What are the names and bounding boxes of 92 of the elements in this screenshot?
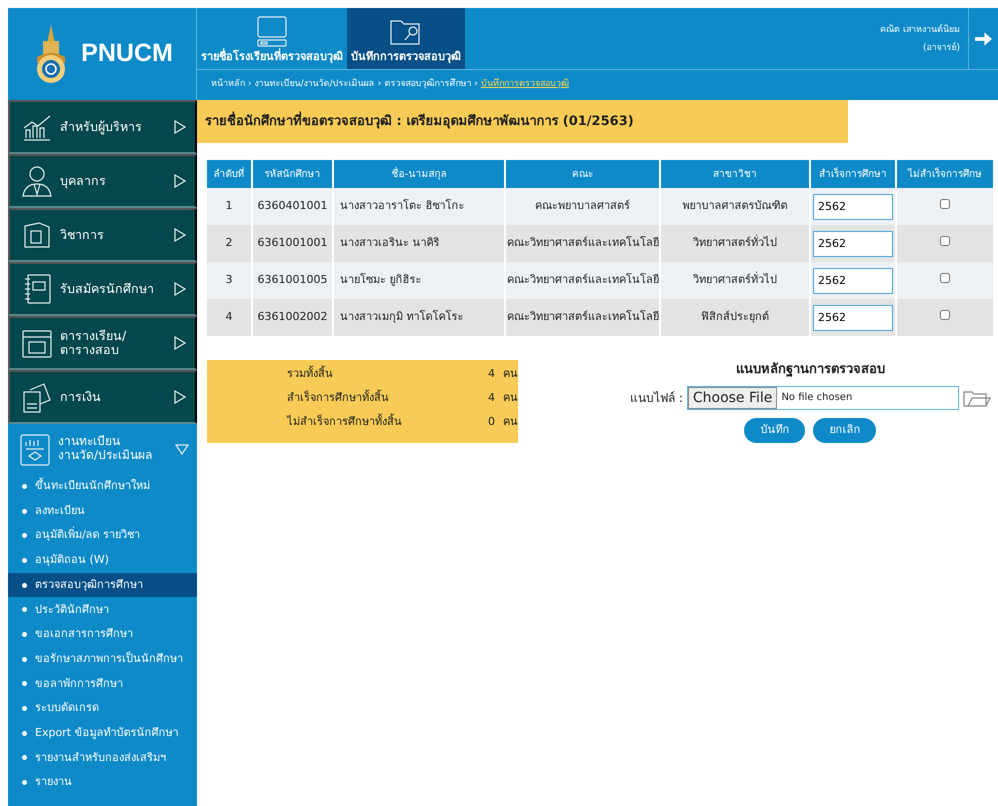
report-icon bbox=[18, 432, 52, 466]
table-cell: ฟิสิกส์ประยุกต์ bbox=[660, 299, 810, 336]
breadcrumb-separator: › bbox=[248, 78, 252, 91]
file-input[interactable]: Choose File No file chosen bbox=[686, 386, 959, 410]
table-cell: วิทยาศาสตร์ทั่วไป bbox=[660, 225, 810, 262]
year-input[interactable]: 2562 bbox=[813, 268, 893, 294]
submenu-item[interactable]: ประวัตินักศึกษา bbox=[8, 597, 197, 622]
action-button[interactable]: ยกเลิก bbox=[813, 418, 876, 442]
breadcrumb-link[interactable]: ตรวจสอบวุฒิการศึกษา bbox=[384, 78, 472, 92]
sidebar-menu-item[interactable]: สำหรับผู้บริหาร bbox=[8, 100, 197, 154]
sidebar-menu-item[interactable]: วิชาการ bbox=[8, 208, 197, 262]
sidebar-menu-item[interactable]: ตารางเรียน/ ตารางสอบ bbox=[8, 316, 197, 370]
checkbox[interactable] bbox=[940, 236, 950, 246]
table-cell: 6360401001 bbox=[252, 188, 333, 225]
breadcrumb-separator: › bbox=[378, 78, 382, 91]
submenu-item[interactable]: Export ข้อมูลทำบัตรนักศึกษา bbox=[8, 720, 197, 746]
expand-icon bbox=[173, 174, 187, 188]
page-title: รายชื่อนักศึกษาที่ขอตรวจสอบวุฒิ : เตรียมอุดมศึกษาพัฒนาการ (01/2563) bbox=[197, 100, 848, 143]
summary-unit: คน bbox=[503, 414, 518, 430]
summary-label: ไม่สำเร็จการศึกษาทั้งสิ้น bbox=[285, 414, 403, 430]
table-cell: นางสาวเมกุมิ ทาโดโคโระ bbox=[333, 299, 505, 336]
submenu-item[interactable]: ลงทะเบียน bbox=[8, 498, 197, 524]
sidebar-menu-item[interactable]: บุคลากร bbox=[8, 154, 197, 208]
column-header: ชื่อ-นามสกุล bbox=[333, 160, 505, 188]
submenu-item[interactable]: รายงาน bbox=[8, 770, 197, 795]
arrow-right-icon bbox=[975, 32, 992, 46]
nav-tab[interactable]: บันทึกการตรวจสอบวุฒิ bbox=[347, 8, 465, 69]
breadcrumb-link[interactable]: บันทึกการตรวจสอบวุฒิ bbox=[480, 78, 569, 92]
field-label: แนบไฟล์ : bbox=[630, 390, 683, 406]
expand-icon bbox=[173, 120, 187, 134]
breadcrumb-separator: › bbox=[474, 78, 478, 91]
section-title: แนบหลักฐานการตรวจสอบ bbox=[736, 361, 885, 379]
expand-icon bbox=[173, 228, 187, 242]
computer-icon bbox=[255, 14, 289, 48]
submenu-item[interactable]: ตรวจสอบวุฒิการศึกษา bbox=[8, 572, 197, 598]
user-role: (อาจารย์) bbox=[922, 41, 960, 54]
table-cell: คณะวิทยาศาสตร์และเทคโนโลยี bbox=[505, 299, 660, 336]
table-cell: 3 bbox=[207, 262, 252, 299]
summary-count: 4 bbox=[487, 366, 495, 382]
nav-tab[interactable]: รายชื่อโรงเรียนที่ตรวจสอบวุฒิ bbox=[197, 8, 347, 69]
table-cell: คณะวิทยาศาสตร์และเทคโนโลยี bbox=[505, 262, 660, 299]
submenu-item[interactable]: รายงานสำหรับกองส่งเสริมฯ bbox=[8, 746, 197, 770]
summary-count: 0 bbox=[487, 414, 495, 430]
year-input[interactable]: 2562 bbox=[813, 304, 893, 330]
table-cell: วิทยาศาสตร์ทั่วไป bbox=[660, 262, 810, 299]
table-cell: 6361001005 bbox=[252, 262, 333, 299]
breadcrumb-link[interactable]: งานทะเบียน/งานวัด/ประเมินผล bbox=[254, 78, 375, 92]
action-button[interactable]: บันทึก bbox=[744, 418, 806, 442]
column-header: คณะ bbox=[505, 160, 660, 188]
table-cell: 1 bbox=[207, 188, 252, 225]
submenu-item[interactable]: ระบบตัดเกรด bbox=[8, 696, 197, 721]
submenu-item[interactable]: ขอลาพักการศึกษา bbox=[8, 672, 197, 696]
expand-icon bbox=[173, 390, 187, 404]
table-cell: คณะพยาบาลศาสตร์ bbox=[505, 188, 660, 225]
table-cell: 4 bbox=[207, 299, 252, 336]
collapse-icon bbox=[175, 442, 189, 456]
column-header: สาขาวิชา bbox=[660, 160, 810, 188]
expand-icon bbox=[173, 282, 187, 296]
submenu-item[interactable]: ขอรักษาสภาพการเป็นนักศึกษา bbox=[8, 646, 197, 672]
table-cell: พยาบาลศาสตรบัณฑิต bbox=[660, 188, 810, 225]
year-input[interactable]: 2562 bbox=[813, 194, 893, 220]
summary-unit: คน bbox=[503, 366, 518, 382]
logo-text: PNUCM bbox=[81, 38, 173, 70]
column-header: ลำดับที่ bbox=[207, 160, 252, 188]
table-cell: คณะวิทยาศาสตร์และเทคโนโลยี bbox=[505, 225, 660, 262]
submenu-item[interactable]: ขอเอกสารการศึกษา bbox=[8, 622, 197, 647]
sidebar-menu-item[interactable]: รับสมัครนักศึกษา bbox=[8, 262, 197, 316]
checkbox[interactable] bbox=[940, 273, 950, 284]
submenu-item[interactable]: อนุมัติถอน (W) bbox=[8, 548, 197, 573]
expand-icon bbox=[173, 336, 187, 350]
table-cell: 2 bbox=[207, 225, 252, 262]
summary-label: สำเร็จการศึกษาทั้งสิ้น bbox=[286, 390, 390, 406]
column-header: ไม่สำเร็จการศึกษ bbox=[896, 160, 994, 188]
breadcrumb-link[interactable]: หน้าหลัก bbox=[211, 78, 245, 92]
table-cell: นางสาวอาราโตะ ฮิซาโกะ bbox=[333, 188, 505, 225]
table-cell: 6361001001 bbox=[252, 225, 333, 262]
summary-count: 4 bbox=[487, 390, 495, 406]
sidebar-menu-item[interactable]: การเงิน bbox=[8, 370, 197, 424]
submenu-item[interactable]: ขึ้นทะเบียนนักศึกษาใหม่ bbox=[8, 474, 197, 499]
column-header: สำเร็จการศึกษา bbox=[810, 160, 896, 188]
table-cell: 6361002002 bbox=[252, 299, 333, 336]
table-cell: นายโซมะ ยูกิฮิระ bbox=[333, 262, 505, 299]
person-icon bbox=[20, 164, 54, 198]
column-header: รหัสนักศึกษา bbox=[252, 160, 333, 188]
year-input[interactable]: 2562 bbox=[813, 230, 893, 256]
user-name: คณิต เสาหงานต์นิยม bbox=[880, 23, 960, 36]
summary-label: รวมทั้งสิ้น bbox=[286, 366, 334, 382]
submenu-item[interactable]: อนุมัติเพิ่ม/ลด รายวิชา bbox=[8, 523, 197, 548]
summary-unit: คน bbox=[503, 390, 518, 406]
checkbox[interactable] bbox=[940, 199, 950, 210]
table-cell: นางสาวเอรินะ นาคิริ bbox=[333, 225, 505, 262]
checkbox[interactable] bbox=[940, 310, 950, 320]
